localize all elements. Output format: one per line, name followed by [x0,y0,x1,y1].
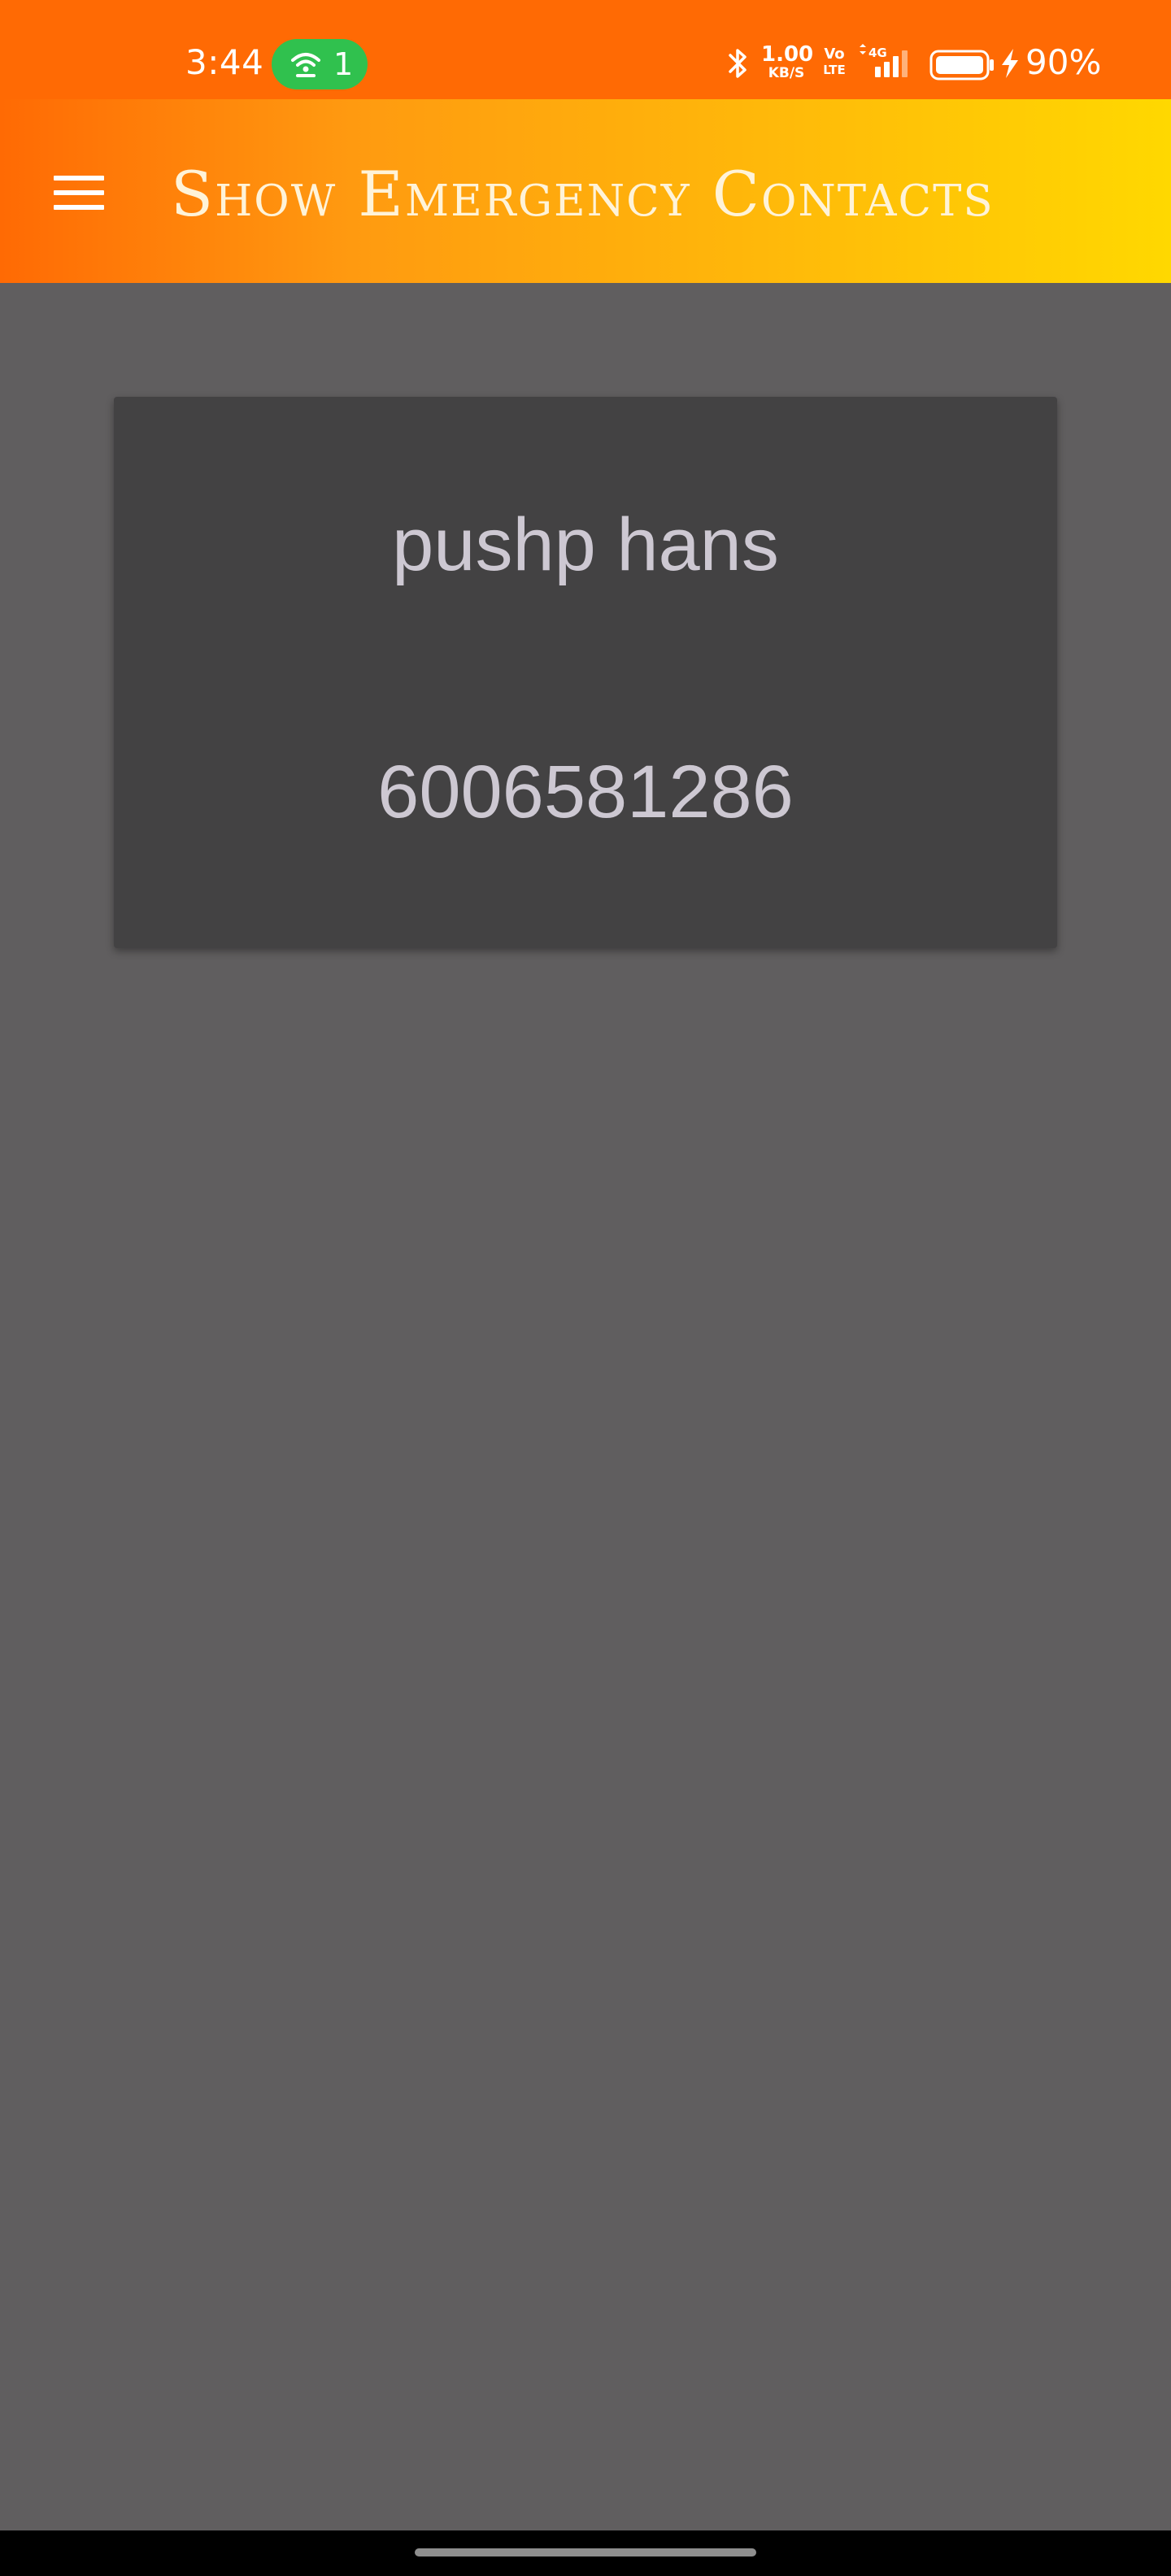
network-type-label: 4G [868,46,887,60]
volte-indicator: Vo LTE [821,47,847,76]
cellular-signal-icon: 4G [860,44,908,77]
contact-phone: 6006581286 [377,751,794,833]
hotspot-icon [291,53,320,77]
page-title: Show Emergency Contacts [171,158,995,230]
app-bar: Show Emergency Contacts [0,99,1171,283]
network-speed-value: 1.00 [761,42,814,67]
contact-card[interactable]: pushp hans 6006581286 [114,397,1057,948]
status-time: 3:44 [185,42,264,82]
hotspot-indicator[interactable]: 1 [272,39,368,89]
volte-bottom: LTE [823,63,846,77]
charging-bolt-icon [1002,49,1018,78]
network-speed: 1.00 KB/S [761,42,814,81]
hamburger-menu-icon [54,176,104,181]
battery-icon [929,50,994,80]
navigation-bar [0,2530,1171,2576]
network-speed-unit: KB/S [768,65,805,81]
hotspot-count: 1 [333,46,354,82]
contact-name: pushp hans [392,503,779,586]
menu-button[interactable] [46,164,111,221]
bluetooth-icon [729,49,747,78]
status-bar: 3:44 1 1.00 KB/S Vo LTE 4G 90% [0,0,1171,99]
volte-top: Vo [824,46,845,63]
battery-percentage: 90% [1025,42,1102,82]
home-gesture-handle[interactable] [415,2548,756,2556]
